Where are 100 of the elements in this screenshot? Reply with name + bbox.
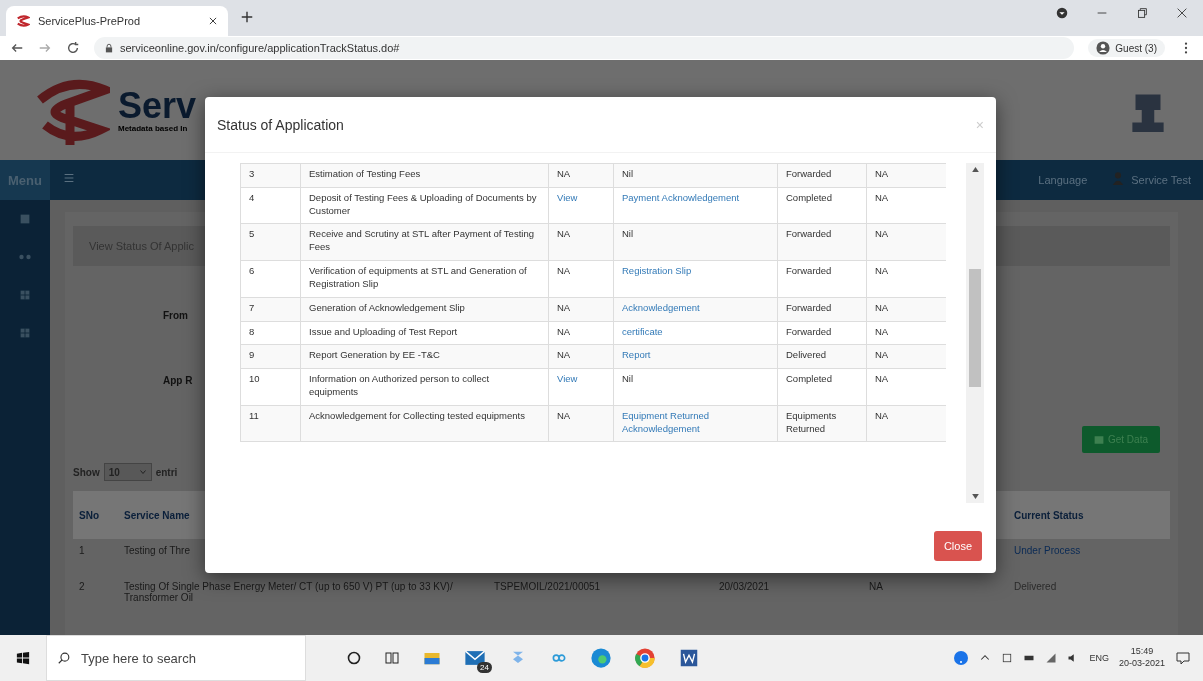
table-cell: 10	[249, 373, 260, 385]
table-cell: Completed	[786, 191, 832, 203]
language-indicator[interactable]: ENG	[1089, 653, 1109, 663]
table-cell: Estimation of Testing Fees	[309, 168, 421, 179]
language-menu[interactable]: Language	[1038, 174, 1088, 186]
table-link[interactable]: View	[557, 373, 578, 386]
notification-icon[interactable]	[1175, 650, 1191, 666]
table-cell: 3	[249, 168, 255, 179]
table-link[interactable]: Report	[622, 349, 651, 363]
table-cell-text: Testing Of Single Phase Energy Meter/ CT (up to 650 V) PT (up to 33 KV)/ Transformer Oil	[124, 581, 454, 603]
table-cell-text: Delivered	[1014, 581, 1058, 592]
back-icon[interactable]	[10, 41, 24, 55]
table-cell: NA	[875, 265, 889, 277]
word-icon[interactable]	[678, 647, 700, 669]
taskbar-search[interactable]: Type here to search	[46, 635, 306, 681]
table-cell: NA	[875, 228, 889, 240]
table-cell: 8	[249, 325, 255, 337]
lock-icon	[104, 43, 114, 53]
table-cell: Nil	[622, 228, 634, 240]
logo-text: Serv	[118, 87, 197, 124]
table-cell: 7	[249, 301, 255, 313]
table-cell: Acknowledgement for Collecting tested equipments	[309, 409, 525, 421]
table-cell: 5	[249, 228, 255, 240]
table-cell: Equipments Returned	[786, 409, 837, 434]
close-button[interactable]: Close	[933, 531, 982, 561]
table-link[interactable]: Registration Slip	[622, 265, 692, 278]
table-cell-text: 20/03/2021	[719, 581, 771, 592]
column-header[interactable]: SNo	[79, 509, 124, 521]
table-icon	[1093, 434, 1104, 445]
table-cell: NA	[557, 265, 571, 277]
table-cell: Forwarded	[786, 325, 832, 337]
notification-badge: 24	[477, 662, 492, 673]
table-cell: NA	[875, 168, 889, 179]
wifi-icon[interactable]	[1045, 652, 1058, 664]
table-cell-text: NA	[869, 581, 884, 592]
reload-icon[interactable]	[66, 41, 80, 55]
table-cell: NA	[875, 191, 889, 203]
table-cell: Report Generation by EE -T&C	[309, 349, 440, 361]
table-cell: Nil	[622, 168, 634, 179]
windows-icon[interactable]	[16, 651, 30, 665]
chrome-icon[interactable]	[634, 647, 656, 669]
plus-icon[interactable]	[240, 10, 254, 24]
table-cell: Delivered	[786, 349, 827, 361]
user-menu[interactable]: Service Test	[1131, 174, 1203, 186]
help-icon[interactable]	[953, 650, 970, 666]
logo-icon	[16, 14, 30, 28]
logo-subtitle: Metadata based In	[118, 123, 188, 133]
column-header[interactable]: Current Status	[1014, 509, 1164, 521]
menu-icon[interactable]	[62, 171, 76, 185]
table-cell: 11	[249, 409, 259, 421]
entries-label: entri	[155, 466, 178, 478]
table-cell: NA	[557, 409, 571, 421]
table-cell: Completed	[786, 373, 832, 385]
table-cell: Issue and Uploading of Test Report	[309, 325, 458, 337]
field-label: From	[163, 310, 188, 321]
task-view-icon[interactable]	[384, 650, 400, 666]
table-cell: NA	[557, 349, 571, 361]
table-cell: Forwarded	[786, 265, 832, 277]
table-cell: Verification of equipments at STL and Generation of Registration Slip	[309, 265, 527, 289]
table-cell: 9	[249, 349, 255, 361]
table-cell: Generation of Acknowledgement Slip	[309, 301, 465, 313]
table-cell: NA	[875, 409, 889, 421]
dialog-title: Status of Application	[217, 116, 344, 133]
table-cell: Information on Authorized person to collect equipments	[309, 373, 490, 397]
table-cell: NA	[557, 325, 571, 337]
field-label: App R	[163, 375, 193, 386]
table-cell: Receive and Scrutiny at STL after Payment of Testing Fees	[309, 228, 534, 253]
profile-button[interactable]: Guest (3)	[1088, 39, 1165, 57]
table-link[interactable]: certificate	[622, 325, 663, 339]
table-cell: NA	[875, 301, 889, 313]
avatar-icon	[1111, 171, 1126, 185]
close-icon[interactable]	[1175, 6, 1189, 20]
table-cell-text: TSPEMOIL/2021/00051	[494, 581, 602, 592]
restore-icon[interactable]	[1135, 6, 1149, 20]
scrollbar[interactable]	[966, 163, 984, 503]
status-link[interactable]: Under Process	[1014, 545, 1164, 556]
scroll-down-icon[interactable]	[971, 494, 979, 499]
table-cell: Deposit of Testing Fees & Uploading of Documents by Customer	[309, 191, 537, 216]
address-bar[interactable]: serviceonline.gov.in/configure/applicationTrackStatus.do#	[94, 37, 1075, 59]
browser-tab[interactable]: ServicePlus-PreProd	[6, 6, 228, 36]
clock[interactable]: 15:49 20-03-2021	[1118, 646, 1165, 670]
table-cell: NA	[557, 168, 571, 179]
table-cell: 4	[249, 191, 255, 203]
table-cell: Forwarded	[786, 301, 832, 313]
table-cell: NA	[875, 349, 889, 361]
table-cell: NA	[875, 325, 889, 337]
table-cell-text: 2	[79, 581, 86, 592]
show-label: Show	[73, 466, 100, 478]
table-cell: NA	[557, 301, 571, 313]
dropdown-icon[interactable]	[1055, 6, 1069, 20]
table-cell: Nil	[622, 373, 634, 385]
scroll-up-icon[interactable]	[971, 167, 979, 172]
close-icon[interactable]	[208, 16, 218, 26]
table-link[interactable]: View	[557, 191, 578, 205]
search-icon	[57, 651, 71, 665]
circle-icon[interactable]	[346, 650, 362, 666]
table-cell: NA	[875, 373, 889, 385]
table-cell-text: 1	[79, 545, 86, 556]
person-icon	[1096, 41, 1111, 55]
scroll-thumb[interactable]	[969, 269, 981, 387]
